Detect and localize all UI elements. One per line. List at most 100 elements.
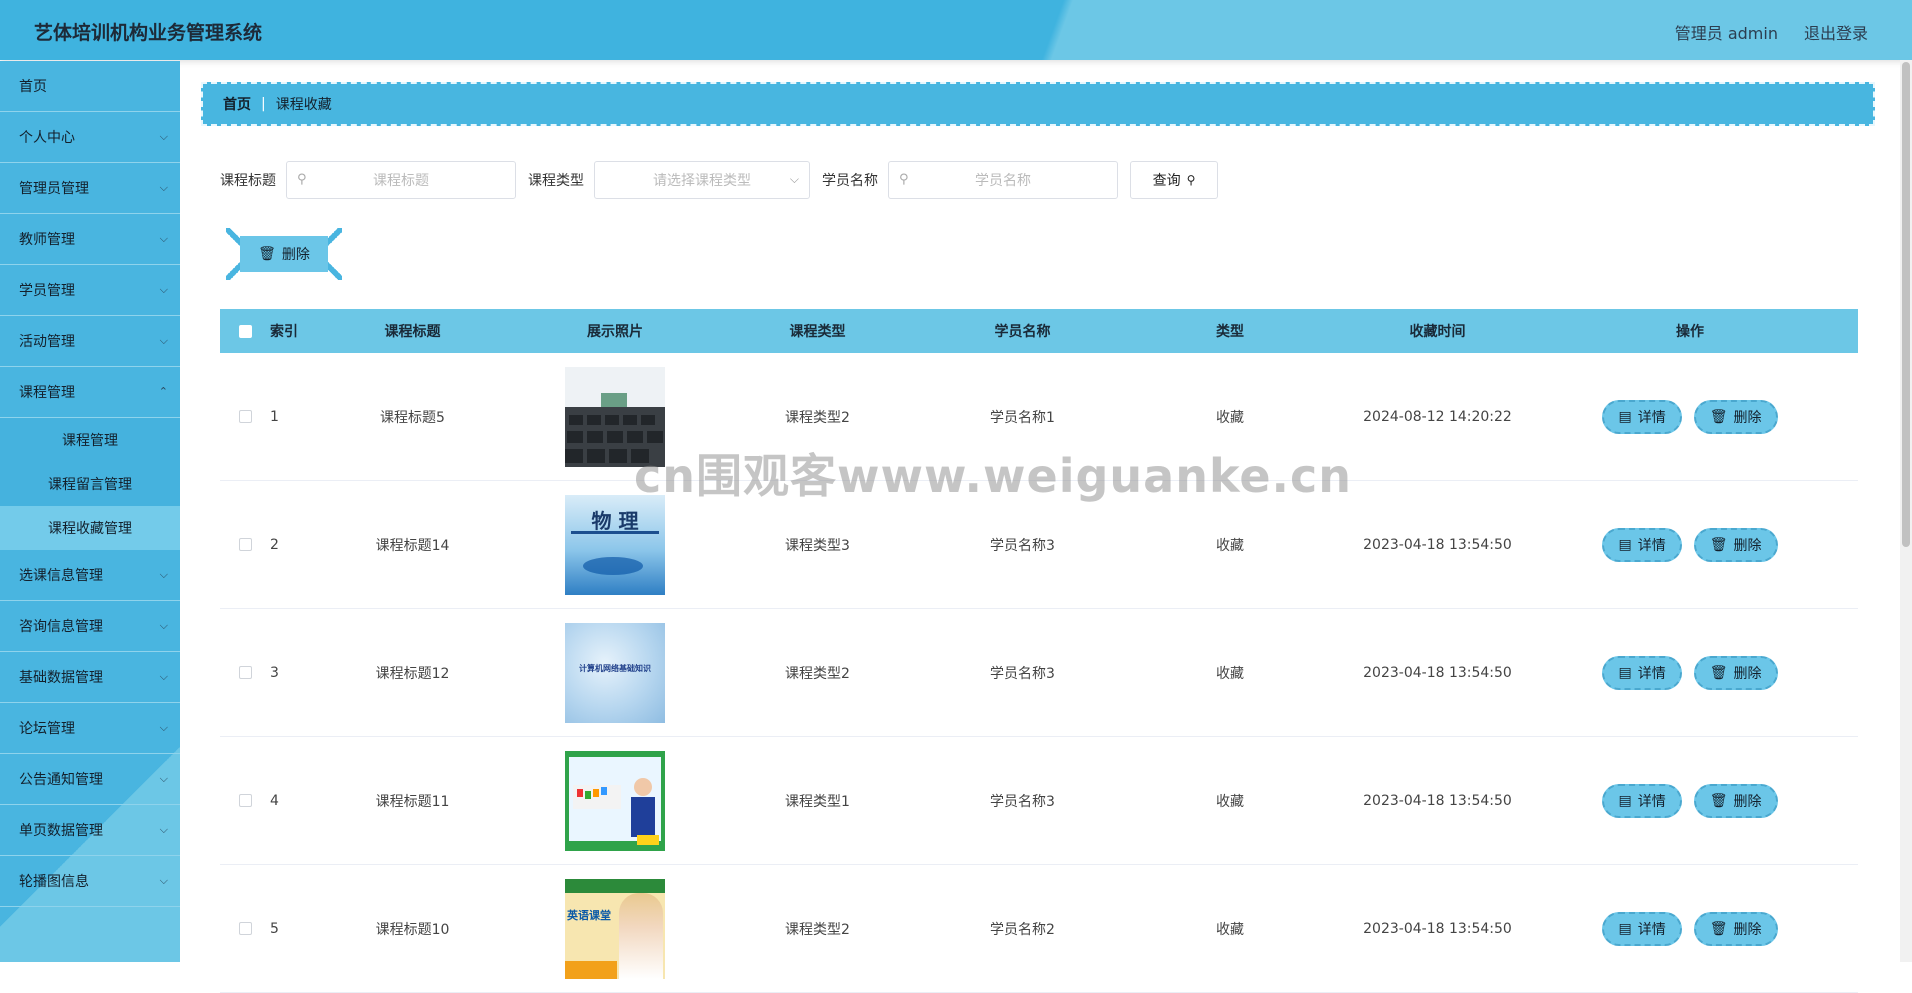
row-student: 学员名称3 — [990, 537, 1055, 554]
row-student: 学员名称3 — [990, 665, 1055, 682]
course-type-label: 课程类型 — [528, 173, 584, 189]
header-checkbox-cell — [220, 324, 270, 338]
sidebar-item-enrollment[interactable]: 选课信息管理 ⌵ — [0, 550, 180, 601]
delete-button[interactable]: 🗑 删除 — [1693, 783, 1778, 818]
row-index: 4 — [270, 792, 279, 809]
row-title: 课程标题10 — [375, 921, 450, 938]
detail-button[interactable]: ▤ 详情 — [1602, 527, 1682, 562]
row-kind: 收藏 — [1216, 921, 1244, 938]
sidebar-subitem-course-manage[interactable]: 课程管理 — [0, 418, 180, 462]
sidebar-item-label: 活动管理 — [19, 334, 75, 350]
student-name-label: 学员名称 — [822, 173, 878, 189]
sidebar-item-label: 轮播图信息 — [19, 874, 89, 890]
logout-link[interactable]: 退出登录 — [1804, 20, 1868, 44]
course-title-input[interactable]: ⚲ 课程标题 — [286, 161, 516, 199]
batch-delete-button[interactable]: 🗑 删除 — [240, 236, 328, 272]
sidebar-item-consult[interactable]: 咨询信息管理 ⌵ — [0, 601, 180, 652]
header-kind: 类型 — [1216, 324, 1244, 340]
sidebar-item-label: 课程管理 — [19, 385, 75, 401]
row-photo-cell: 物 理 — [515, 494, 715, 595]
row-title: 课程标题11 — [375, 793, 450, 810]
course-photo-english[interactable]: 英语课堂 — [565, 878, 665, 979]
row-kind: 收藏 — [1216, 793, 1244, 810]
row-title: 课程标题5 — [380, 409, 445, 426]
delete-button-label: 删除 — [1733, 537, 1762, 554]
chevron-down-icon: ⌵ — [159, 181, 168, 194]
row-time: 2023-04-18 13:54:50 — [1363, 920, 1512, 937]
course-photo-network[interactable]: 计算机网络基础知识 — [565, 622, 665, 723]
cover-stripe — [571, 530, 659, 534]
row-ops: ▤ 详情 🗑 删除 — [1540, 399, 1840, 434]
row-type: 课程类型1 — [785, 793, 850, 810]
sidebar-subitem-course-comments[interactable]: 课程留言管理 — [0, 462, 180, 506]
row-checkbox[interactable] — [238, 922, 252, 935]
search-icon: ⚲ — [1186, 173, 1196, 187]
trash-icon: 🗑 — [1709, 408, 1728, 425]
row-checkbox[interactable] — [238, 794, 252, 807]
document-icon: ▤ — [1618, 664, 1632, 681]
delete-button[interactable]: 🗑 删除 — [1693, 911, 1778, 946]
table-row: 2 课程标题14 物 理 课程类型3 学员名称3 收藏 2023-04-18 1… — [220, 481, 1858, 609]
sidebar-item-courses[interactable]: 课程管理 ⌃ — [0, 367, 180, 418]
detail-button[interactable]: ▤ 详情 — [1602, 911, 1682, 946]
english-cover-text: 英语课堂 — [567, 908, 611, 922]
sidebar-subitem-label: 课程收藏管理 — [48, 521, 132, 537]
sidebar-subitem-course-favorites[interactable]: 课程收藏管理 — [0, 506, 180, 550]
header-student: 学员名称 — [994, 324, 1051, 340]
chevron-down-icon: ⌵ — [159, 232, 168, 245]
cover-band — [565, 878, 665, 893]
row-checkbox[interactable] — [238, 410, 252, 423]
delete-button[interactable]: 🗑 删除 — [1693, 527, 1778, 562]
course-type-select[interactable]: 请选择课程类型 ⌵ — [594, 161, 810, 199]
sidebar-item-teachers[interactable]: 教师管理 ⌵ — [0, 214, 180, 265]
sidebar-item-home[interactable]: 首页 — [0, 61, 180, 112]
detail-button[interactable]: ▤ 详情 — [1602, 783, 1682, 818]
sidebar-item-admins[interactable]: 管理员管理 ⌵ — [0, 163, 180, 214]
header-index: 索引 — [270, 324, 298, 340]
page-scrollbar[interactable] — [1900, 60, 1912, 962]
row-time: 2024-08-12 14:20:22 — [1363, 408, 1512, 425]
sidebar-item-basic-data[interactable]: 基础数据管理 ⌵ — [0, 652, 180, 703]
table-header: 索引 课程标题 展示照片 课程类型 学员名称 类型 收藏时间 操作 — [220, 309, 1858, 353]
sidebar-item-label: 公告通知管理 — [19, 772, 103, 788]
sidebar-item-activities[interactable]: 活动管理 ⌵ — [0, 316, 180, 367]
row-checkbox[interactable] — [238, 538, 252, 551]
sidebar-item-students[interactable]: 学员管理 ⌵ — [0, 265, 180, 316]
delete-button[interactable]: 🗑 删除 — [1693, 399, 1778, 434]
cover-price-strip — [565, 960, 617, 979]
physics-cover-text: 物 理 — [591, 508, 639, 533]
breadcrumb: 首页 | 课程收藏 — [201, 82, 1875, 126]
favorites-table: 索引 课程标题 展示照片 课程类型 学员名称 类型 收藏时间 操作 1 课程标题… — [220, 309, 1858, 993]
breadcrumb-home[interactable]: 首页 — [223, 94, 251, 114]
query-button-label: 查询 — [1152, 173, 1181, 189]
table-row: 4 课程标题11 课程类型1 学员名称3 收藏 2023-04-18 13:54… — [220, 737, 1858, 865]
document-icon: ▤ — [1618, 920, 1632, 937]
student-name-input[interactable]: ⚲ 学员名称 — [888, 161, 1118, 199]
course-photo-classroom[interactable] — [565, 366, 665, 467]
sidebar-item-single-page[interactable]: 单页数据管理 ⌵ — [0, 805, 180, 856]
chevron-up-icon: ⌃ — [158, 385, 168, 398]
delete-button[interactable]: 🗑 删除 — [1693, 655, 1778, 690]
delete-button-label: 删除 — [1733, 793, 1762, 810]
scrollbar-thumb[interactable] — [1902, 62, 1910, 547]
row-student: 学员名称2 — [990, 921, 1055, 938]
row-ops: ▤ 详情 🗑 删除 — [1540, 527, 1840, 562]
row-checkbox-cell — [220, 538, 270, 551]
sidebar-item-forum[interactable]: 论坛管理 ⌵ — [0, 703, 180, 754]
table-row: 5 课程标题10 英语课堂 课程类型2 学员名称2 收藏 2023-04-18 … — [220, 865, 1858, 993]
course-photo-physics[interactable]: 物 理 — [565, 494, 665, 595]
row-checkbox[interactable] — [238, 666, 252, 679]
course-photo-poster[interactable] — [565, 750, 665, 851]
row-time: 2023-04-18 13:54:50 — [1363, 664, 1512, 681]
admin-user-label[interactable]: 管理员 admin — [1675, 20, 1778, 44]
detail-button[interactable]: ▤ 详情 — [1602, 655, 1682, 690]
select-all-checkbox[interactable] — [238, 324, 252, 338]
sidebar-item-notices[interactable]: 公告通知管理 ⌵ — [0, 754, 180, 805]
query-button[interactable]: 查询 ⚲ — [1130, 161, 1218, 199]
sidebar-item-carousel[interactable]: 轮播图信息 ⌵ — [0, 856, 180, 907]
chevron-down-icon: ⌵ — [159, 283, 168, 296]
sidebar-item-profile[interactable]: 个人中心 ⌵ — [0, 112, 180, 163]
detail-button[interactable]: ▤ 详情 — [1602, 399, 1682, 434]
search-bar: 课程标题 ⚲ 课程标题 课程类型 请选择课程类型 ⌵ 学员名称 ⚲ 学员名称 查… — [220, 160, 1218, 200]
table-row: 3 课程标题12 计算机网络基础知识 课程类型2 学员名称3 收藏 2023-0… — [220, 609, 1858, 737]
